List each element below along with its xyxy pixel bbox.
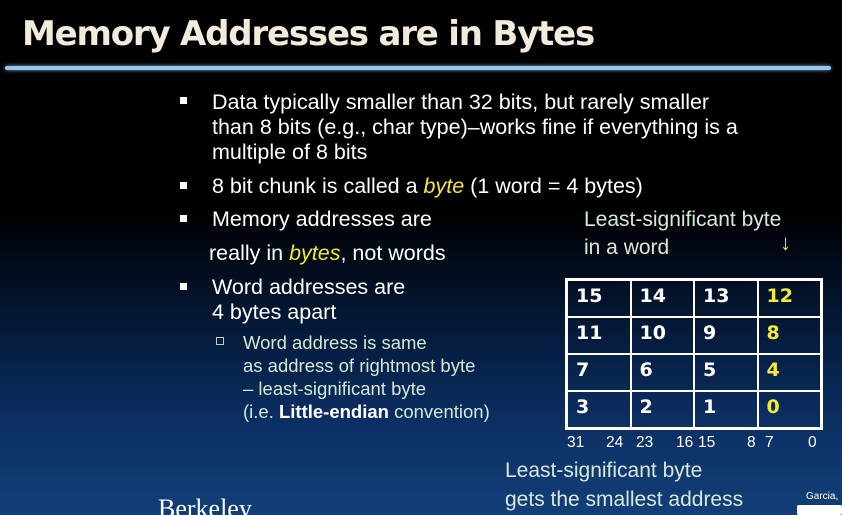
lsb-word-label: Least-significant byte in a word xyxy=(584,206,781,262)
bullet-3-line-1: Memory addresses are xyxy=(212,207,432,231)
bullet-2-text: 8 bit chunk is called a byte (1 word = 4… xyxy=(212,173,643,199)
bullet-2-pre: 8 bit chunk is called a xyxy=(212,174,424,198)
grid-cell: 9 xyxy=(694,317,758,354)
bit-number: 16 xyxy=(676,434,694,451)
bullet-4-line-2: 4 bytes apart xyxy=(212,300,337,324)
bit-number: 15 xyxy=(698,434,716,451)
sub-bullet-pre: (i.e. xyxy=(243,401,279,422)
footer-author: Garcia, xyxy=(806,491,839,502)
bit-number: 31 xyxy=(567,434,585,451)
grid-cell: 11 xyxy=(567,317,631,354)
sub-bullet-line-3: – least-significant byte xyxy=(243,378,427,399)
sub-bullet-marker xyxy=(216,337,224,345)
grid-cell-lsb: 0 xyxy=(757,391,821,428)
grid-cell: 13 xyxy=(694,280,758,317)
grid-cell: 1 xyxy=(694,391,758,428)
grid-cell: 2 xyxy=(630,391,694,428)
smallest-address-label-line-1: Least-significant byte xyxy=(505,459,703,482)
title-divider xyxy=(5,66,831,70)
grid-cell-lsb: 4 xyxy=(757,354,821,391)
bit-number: 0 xyxy=(808,434,817,451)
sub-bullet-line-1: Word address is same xyxy=(243,332,427,353)
bullet-3-pre: really in xyxy=(209,241,290,265)
bit-number: 8 xyxy=(747,434,756,451)
sub-bullet-post: convention) xyxy=(388,401,490,422)
grid-cell: 14 xyxy=(630,280,694,317)
bullet-marker xyxy=(180,182,187,189)
bullet-marker xyxy=(180,97,187,104)
bit-number: 7 xyxy=(765,434,774,451)
down-arrow-icon: ↓ xyxy=(780,230,791,255)
bullet-2-emphasis: byte xyxy=(423,174,465,198)
grid-cell: 15 xyxy=(567,280,631,317)
bullet-marker xyxy=(180,215,187,222)
grid-cell: 6 xyxy=(630,354,694,391)
berkeley-logo: Berkeley xyxy=(158,494,252,515)
smallest-address-label: Least-significant byte gets the smallest… xyxy=(505,456,743,514)
sub-bullet-line-4: (i.e. Little-endian convention) xyxy=(243,400,490,423)
bullet-3-post: , not words xyxy=(340,241,446,265)
bullet-1-line-1: Data typically smaller than 32 bits, but… xyxy=(212,90,710,114)
bullet-4-line-1: Word addresses are xyxy=(212,275,406,299)
little-endian-term: Little-endian xyxy=(278,401,389,422)
bit-number: 24 xyxy=(606,434,624,451)
bullet-3-line-2: really in bytes, not words xyxy=(209,240,446,266)
grid-cell-lsb: 12 xyxy=(757,280,821,317)
byte-address-grid: 15 14 13 12 11 10 9 8 7 6 5 4 3 2 1 0 xyxy=(565,278,823,430)
slide-title: Memory Addresses are in Bytes xyxy=(22,14,595,54)
sub-bullet-line-2: as address of rightmost byte xyxy=(243,355,476,376)
bit-number: 23 xyxy=(636,434,654,451)
lsb-word-label-line-1: Least-significant byte xyxy=(584,208,782,231)
creative-commons-icon xyxy=(797,505,842,515)
grid-cell: 3 xyxy=(567,391,631,428)
bullet-3-emphasis: bytes xyxy=(289,241,341,265)
grid-cell: 5 xyxy=(694,354,758,391)
bullet-1-line-2: than 8 bits (e.g., char type)–works fine… xyxy=(212,115,738,139)
bullet-1-line-3: multiple of 8 bits xyxy=(212,140,368,164)
grid-cell: 10 xyxy=(630,317,694,354)
bullet-marker xyxy=(180,283,187,290)
lsb-word-label-line-2: in a word xyxy=(584,236,670,259)
smallest-address-label-line-2: gets the smallest address xyxy=(505,488,744,511)
grid-cell: 7 xyxy=(567,354,631,391)
grid-cell-lsb: 8 xyxy=(757,317,821,354)
bullet-2-post: (1 word = 4 bytes) xyxy=(464,174,643,198)
